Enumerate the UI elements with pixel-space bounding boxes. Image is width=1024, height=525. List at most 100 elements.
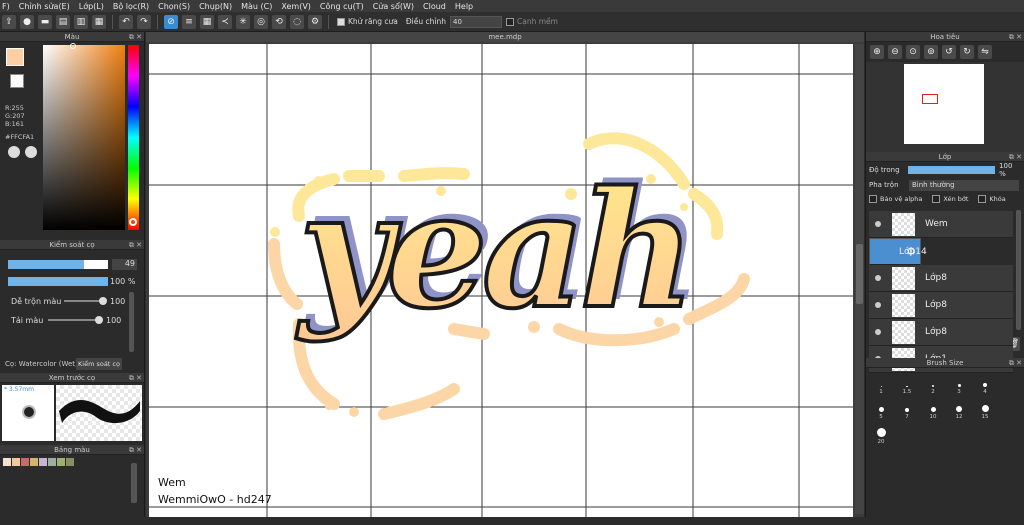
flip-icon[interactable]: ⇋: [978, 45, 992, 59]
radial-snap-icon[interactable]: ✳: [236, 14, 250, 29]
comment-icon[interactable]: ▬: [38, 14, 52, 29]
palette-swatch[interactable]: [3, 458, 11, 466]
antialias-toggle[interactable]: Khử răng cưa: [337, 17, 398, 26]
page-icon[interactable]: ▥: [74, 14, 88, 29]
brush-size-cell[interactable]: 20: [868, 420, 894, 445]
scrollbar[interactable]: [129, 292, 134, 352]
palette-swatch[interactable]: [66, 458, 74, 466]
ellipse-snap-icon[interactable]: ◌: [290, 14, 304, 29]
blend-mode-select[interactable]: Bình thường: [909, 179, 1019, 191]
eye-icon[interactable]: [875, 275, 881, 281]
brush-size-cell[interactable]: 3: [946, 370, 972, 395]
curve-snap-icon[interactable]: ⟲: [272, 14, 286, 29]
menu-file[interactable]: F): [2, 2, 10, 11]
protect-alpha-checkbox[interactable]: [869, 195, 877, 203]
eye-icon[interactable]: [875, 221, 881, 227]
color-tool-icon[interactable]: [25, 146, 37, 158]
panel-close-icon[interactable]: ⧉ ✕: [129, 445, 142, 455]
undo-icon[interactable]: ↶: [119, 14, 133, 29]
zoom-out-icon[interactable]: ⊖: [888, 45, 902, 59]
vanish-snap-icon[interactable]: ≺: [218, 14, 232, 29]
brush-size-cell[interactable]: 15: [972, 395, 998, 420]
gear-icon[interactable]: ⚙: [906, 246, 916, 257]
checkbox-icon[interactable]: [337, 17, 345, 26]
panel-close-icon[interactable]: ⧉ ✕: [1009, 358, 1022, 368]
brush-size-cell[interactable]: 1: [868, 370, 894, 395]
scrollbar-thumb[interactable]: [856, 244, 863, 304]
palette-swatch[interactable]: [30, 458, 38, 466]
layer-row[interactable]: Lớp8: [869, 319, 1013, 346]
menu-edit[interactable]: Chỉnh sửa(E): [19, 2, 70, 11]
color-cursor[interactable]: [70, 43, 76, 49]
menu-window[interactable]: Cửa sổ(W): [373, 2, 414, 11]
rotate-left-icon[interactable]: ↺: [942, 45, 956, 59]
secondary-color-swatch[interactable]: [10, 74, 24, 88]
menu-tools[interactable]: Công cụ(T): [320, 2, 364, 11]
layer-row[interactable]: Wem: [869, 211, 1013, 238]
document-tab[interactable]: mee.mdp: [146, 32, 864, 42]
scrollbar[interactable]: [1016, 210, 1021, 330]
palette-swatch[interactable]: [12, 458, 20, 466]
palette-swatch[interactable]: [48, 458, 56, 466]
brush-size-slider[interactable]: [8, 260, 108, 269]
brush-control-tab[interactable]: Kiểm soát cọ: [76, 358, 122, 370]
scrollbar[interactable]: [131, 463, 137, 503]
panel-close-icon[interactable]: ⧉ ✕: [129, 32, 142, 42]
menu-view[interactable]: Xem(V): [281, 2, 311, 11]
brush-opacity-slider[interactable]: [8, 277, 108, 286]
eye-icon[interactable]: [875, 329, 881, 335]
parallel-snap-icon[interactable]: ≡: [182, 14, 196, 29]
primary-color-swatch[interactable]: [6, 48, 24, 66]
palette-icon[interactable]: [8, 146, 20, 158]
brush-size-cell[interactable]: 2: [920, 370, 946, 395]
palette-swatch[interactable]: [39, 458, 47, 466]
saturation-value-picker[interactable]: [43, 45, 125, 230]
circle-snap-icon[interactable]: ◎: [254, 14, 268, 29]
panel-close-icon[interactable]: ⧉ ✕: [129, 240, 142, 250]
gear-icon[interactable]: ⚙: [308, 14, 322, 29]
zoom-in-icon[interactable]: ⊕: [870, 45, 884, 59]
vertical-scrollbar[interactable]: [855, 44, 864, 514]
snap-off-icon[interactable]: ⊘: [164, 14, 178, 29]
brush-size-cell[interactable]: 10: [920, 395, 946, 420]
panel-close-icon[interactable]: ⧉ ✕: [1009, 32, 1022, 42]
eye-icon[interactable]: [875, 302, 881, 308]
palette-swatch[interactable]: [57, 458, 65, 466]
palette-swatch[interactable]: [21, 458, 29, 466]
menu-layer[interactable]: Lớp(L): [79, 2, 104, 11]
menu-snap[interactable]: Chụp(N): [199, 2, 232, 11]
document-icon[interactable]: ▤: [56, 14, 70, 29]
viewport-rect[interactable]: [922, 94, 938, 104]
panel-close-icon[interactable]: ⧉ ✕: [1009, 152, 1022, 162]
clip-checkbox[interactable]: [932, 195, 941, 203]
cross-snap-icon[interactable]: ▦: [200, 14, 214, 29]
menu-color[interactable]: Màu (C): [241, 2, 272, 11]
menu-help[interactable]: Help: [455, 2, 473, 11]
adjust-select[interactable]: 40: [450, 15, 502, 28]
brush-size-value[interactable]: 49: [112, 259, 137, 270]
soft-edge-toggle[interactable]: Cạnh mềm: [506, 17, 558, 26]
panel-close-icon[interactable]: ⧉ ✕: [129, 373, 142, 383]
brush-size-cell[interactable]: 1.5: [894, 370, 920, 395]
redo-icon[interactable]: ↷: [137, 14, 151, 29]
blend-slider[interactable]: [64, 297, 107, 305]
brush-size-cell[interactable]: 5: [868, 395, 894, 420]
hue-slider[interactable]: [128, 45, 139, 230]
zoom-actual-icon[interactable]: ⊚: [924, 45, 938, 59]
menu-select[interactable]: Chọn(S): [158, 2, 190, 11]
lock-checkbox[interactable]: [978, 195, 987, 203]
export-icon[interactable]: ⇪: [2, 14, 16, 29]
checkbox-icon[interactable]: [506, 17, 514, 26]
brush-size-cell[interactable]: 7: [894, 395, 920, 420]
document-canvas[interactable]: yeah yeah Wem WemmiOwO - hd247: [149, 44, 853, 517]
hue-cursor[interactable]: [129, 218, 137, 226]
layer-row[interactable]: Lớp8: [869, 265, 1013, 292]
layer-row[interactable]: Lớp8: [869, 292, 1013, 319]
rotate-right-icon[interactable]: ↻: [960, 45, 974, 59]
brush-size-cell[interactable]: 12: [946, 395, 972, 420]
navigator-view[interactable]: [866, 62, 1024, 152]
chat-icon[interactable]: ●: [20, 14, 34, 29]
brush-size-cell[interactable]: 4: [972, 370, 998, 395]
layer-row-selected[interactable]: Lớp14 ⚙: [869, 238, 927, 265]
layer-opacity-slider[interactable]: [908, 166, 996, 174]
